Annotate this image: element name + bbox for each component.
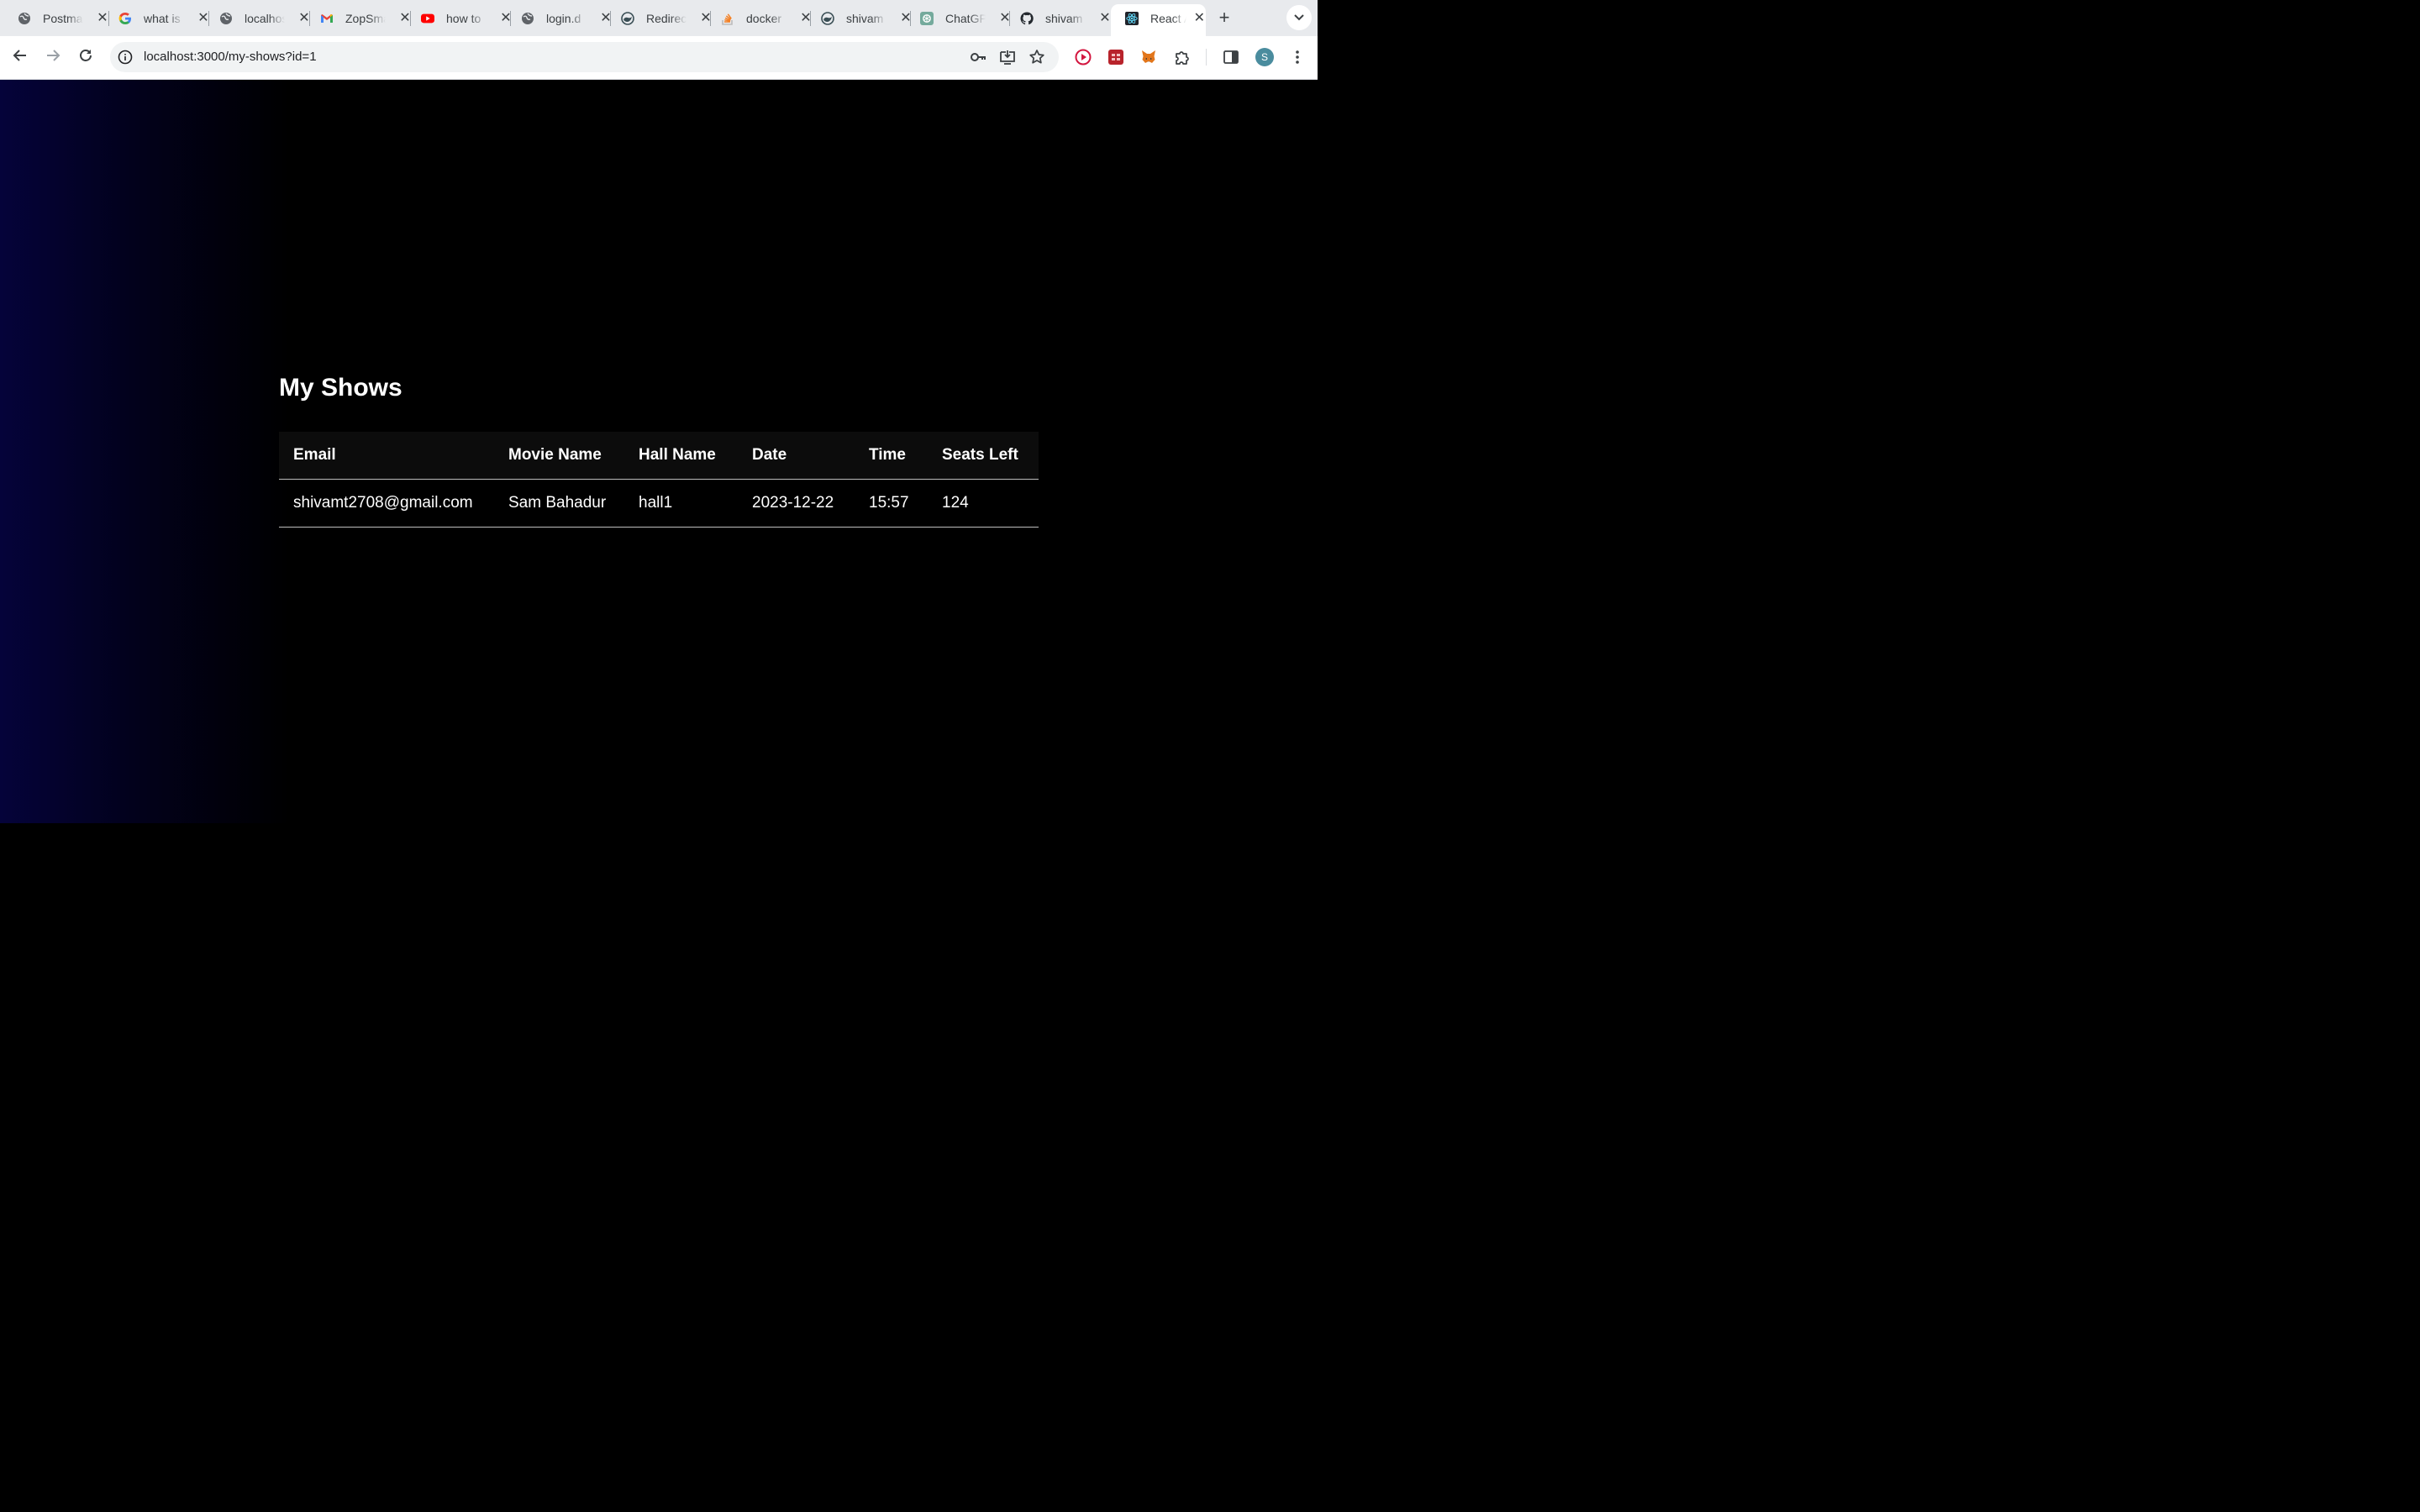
github-icon [1020,11,1034,25]
tab-title: docker [746,11,782,25]
tab-title: login.d [546,11,581,25]
tab-title: shivam [1045,11,1083,25]
tab-chatgpt[interactable]: ChatGPT ✕ [906,4,1012,32]
column-header-time: Time [855,432,928,480]
address-bar[interactable]: localhost:3000/my-shows?id=1 [110,42,1059,72]
tab-title: shivam [846,11,884,25]
tab-postman[interactable]: Postman ✕ [3,4,109,32]
browser-toolbar: localhost:3000/my-shows?id=1 S [0,36,1318,80]
profile-avatar[interactable]: S [1255,48,1274,66]
close-icon[interactable]: ✕ [1193,11,1206,25]
google-icon [118,12,132,25]
arrow-right-icon [45,48,60,67]
youtube-icon [421,12,434,25]
tab-title: Redirect [646,11,687,25]
metamask-fox-icon[interactable] [1140,49,1157,66]
toolbar-divider [1206,49,1207,66]
page-content: My Shows Email Movie Name Hall Name Date… [0,80,1318,823]
react-icon [1125,11,1139,25]
tab-title: ZopSmart [345,11,386,25]
column-header-date: Date [738,432,855,480]
tab-title: ChatGPT [945,11,986,25]
page-title: My Shows [279,374,402,402]
cell-date: 2023-12-22 [738,479,855,528]
tab-stackoverflow[interactable]: docker ✕ [707,4,813,32]
reload-icon [78,48,93,67]
docker-icon [821,11,834,25]
tab-title: how to [446,11,481,25]
tab-localhost[interactable]: localhost ✕ [205,4,311,32]
tab-login[interactable]: login.d ✕ [507,4,613,32]
tab-google-search[interactable]: what is ✕ [104,4,210,32]
tab-title: React App [1150,11,1186,25]
column-header-email: Email [279,432,494,480]
red-puzzle-extension-icon[interactable] [1107,49,1124,66]
install-app-icon[interactable] [999,49,1016,66]
new-tab-button[interactable]: + [1215,7,1234,28]
docker-icon [621,11,634,25]
cell-seats-left: 124 [928,479,1039,528]
reload-button[interactable] [75,46,97,68]
forward-button[interactable] [42,46,64,68]
table-row: shivamt2708@gmail.com Sam Bahadur hall1 … [279,479,1039,528]
tab-title: Postman [43,11,83,25]
tab-strip: Postman ✕ what is ✕ localhost ✕ ZopSmart… [0,0,1318,36]
tab-title: localhost [245,11,285,25]
more-menu-icon[interactable] [1289,49,1306,66]
column-header-hall-name: Hall Name [624,432,738,480]
tab-youtube[interactable]: how to ✕ [407,4,513,32]
globe-icon [18,12,31,25]
cell-movie-name: Sam Bahadur [494,479,624,528]
bookmark-star-icon[interactable] [1028,49,1045,66]
extensions-puzzle-icon[interactable] [1174,49,1191,66]
cell-time: 15:57 [855,479,928,528]
shows-table: Email Movie Name Hall Name Date Time Sea… [279,432,1039,528]
globe-icon [219,12,233,25]
back-button[interactable] [9,46,31,68]
tab-react-app[interactable]: React App ✕ [1111,4,1206,36]
tab-gmail[interactable]: ZopSmart ✕ [306,4,412,32]
chatgpt-icon [920,11,934,25]
tab-search-button[interactable] [1286,5,1312,30]
screen-recorder-extension-icon[interactable] [1075,49,1092,66]
chevron-down-icon [1294,10,1304,25]
column-header-movie-name: Movie Name [494,432,624,480]
site-info-icon[interactable] [118,50,133,65]
globe-icon [521,12,534,25]
url-text[interactable]: localhost:3000/my-shows?id=1 [144,50,317,64]
gmail-icon [320,12,334,25]
key-icon[interactable] [970,49,986,66]
close-icon[interactable]: ✕ [1098,11,1112,25]
table-header-row: Email Movie Name Hall Name Date Time Sea… [279,432,1039,480]
column-header-seats-left: Seats Left [928,432,1039,480]
cell-hall-name: hall1 [624,479,738,528]
arrow-left-icon [13,48,28,67]
tab-redirect[interactable]: Redirect ✕ [607,4,713,32]
stackoverflow-icon [721,12,734,25]
tab-title: what is [144,11,181,25]
tab-github[interactable]: shivam ✕ [1006,4,1112,32]
cell-email: shivamt2708@gmail.com [279,479,494,528]
tab-shivam-docker[interactable]: shivam ✕ [807,4,913,32]
side-panel-icon[interactable] [1223,49,1239,66]
